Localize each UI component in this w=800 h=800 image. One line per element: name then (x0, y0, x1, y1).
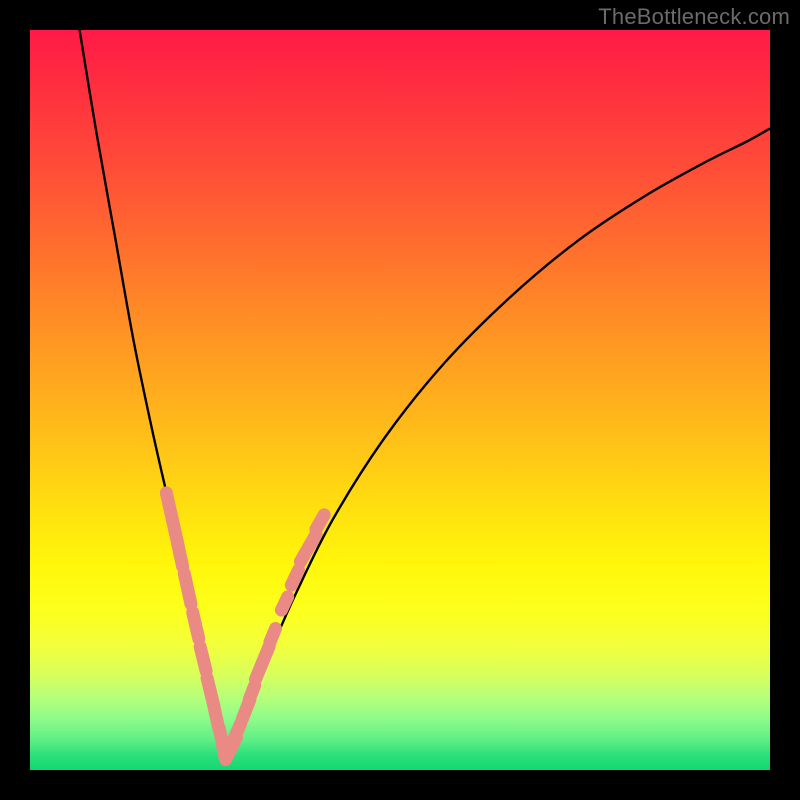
curve-group (80, 30, 770, 759)
data-marker (281, 597, 287, 610)
data-marker (200, 647, 206, 671)
curves-svg (30, 30, 770, 770)
curve-right-curve (226, 128, 770, 758)
data-marker (193, 612, 199, 639)
data-marker (249, 685, 254, 699)
data-marker (234, 724, 241, 739)
data-marker (256, 646, 270, 679)
data-marker (291, 570, 298, 585)
data-marker (178, 544, 183, 567)
data-marker (166, 493, 177, 544)
chart-container: TheBottleneck.com (0, 0, 800, 800)
data-marker (184, 573, 191, 604)
data-marker (316, 515, 324, 530)
plot-area (30, 30, 770, 770)
watermark-text: TheBottleneck.com (598, 4, 790, 30)
data-marker (270, 629, 276, 643)
marker-group (166, 493, 324, 760)
